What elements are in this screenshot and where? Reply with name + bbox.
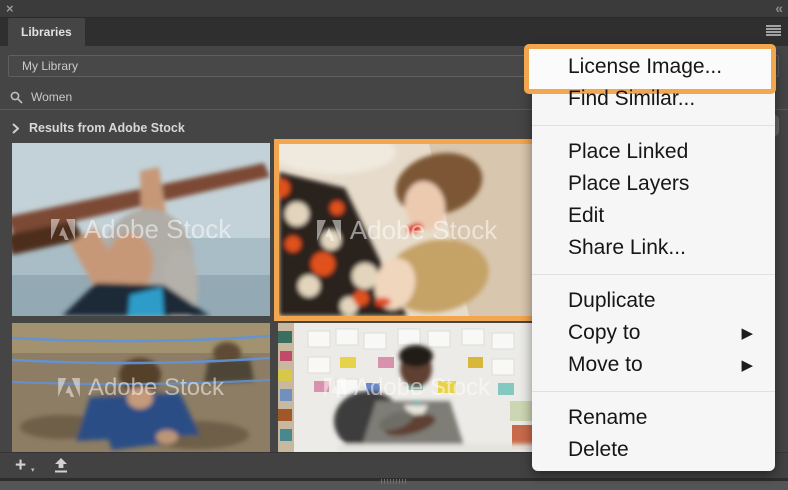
search-field[interactable]: Women (10, 87, 72, 107)
sync-upload-button[interactable] (53, 458, 69, 479)
menu-item-label: Rename (568, 406, 648, 429)
add-item-caret-icon: ▾ (31, 467, 35, 474)
menu-item-label: Duplicate (568, 289, 656, 312)
menu-item-place-layers[interactable]: Place Layers (532, 168, 775, 200)
menu-item-copy-to[interactable]: Copy to ▶ (532, 317, 775, 349)
results-header-label: Results from Adobe Stock (29, 121, 185, 135)
search-icon (10, 91, 23, 104)
menu-item-rename[interactable]: Rename (532, 402, 775, 434)
menu-item-label: License Image... (568, 55, 723, 78)
submenu-arrow-icon: ▶ (741, 357, 753, 374)
collapse-panel-icon[interactable]: « (775, 0, 783, 17)
results-header[interactable]: Results from Adobe Stock (12, 121, 185, 135)
context-menu: License Image... Find Similar... Place L… (524, 44, 776, 471)
menu-item-label: Place Linked (568, 140, 689, 163)
menu-item-move-to[interactable]: Move to ▶ (532, 349, 775, 381)
close-icon[interactable]: × (6, 0, 14, 18)
panel-title-bar: × « (0, 0, 788, 18)
submenu-arrow-icon: ▶ (741, 325, 753, 342)
libraries-panel: × « Libraries My Library Women Results f… (0, 0, 788, 490)
stock-photo-illustration (12, 143, 270, 316)
search-input-value[interactable]: Women (31, 90, 72, 104)
upload-icon (55, 458, 67, 473)
menu-item-edit[interactable]: Edit (532, 200, 775, 232)
stock-photo-illustration (279, 144, 535, 316)
menu-item-label: Edit (568, 204, 605, 227)
menu-item-label: Place Layers (568, 172, 690, 195)
stock-photo-illustration (278, 323, 536, 452)
menu-item-label: Copy to (568, 321, 641, 344)
stock-thumbnail-retro-women-selected[interactable]: Adobe Stock (274, 139, 540, 321)
menu-item-delete[interactable]: Delete (532, 434, 775, 466)
stock-thumbnail-designer-desk[interactable]: Adobe Stock (278, 323, 536, 452)
tab-libraries[interactable]: Libraries (8, 18, 85, 46)
menu-item-find-similar[interactable]: Find Similar... (532, 83, 775, 115)
tab-bar: Libraries (0, 18, 788, 46)
menu-separator (532, 125, 775, 126)
stock-photo-illustration (12, 323, 270, 452)
menu-item-label: Move to (568, 353, 643, 376)
menu-item-place-linked[interactable]: Place Linked (532, 136, 775, 168)
add-item-button[interactable]: + (15, 455, 26, 477)
menu-separator (532, 274, 775, 275)
menu-item-label: Share Link... (568, 236, 686, 259)
resize-grip-icon[interactable] (381, 479, 407, 484)
chevron-right-icon (12, 122, 19, 134)
menu-item-license-image[interactable]: License Image... (532, 51, 775, 83)
menu-item-label: Find Similar... (568, 87, 696, 110)
menu-item-share-link[interactable]: Share Link... (532, 232, 775, 264)
stock-thumbnail-mud-crawl[interactable]: Adobe Stock (12, 323, 270, 452)
menu-separator (532, 391, 775, 392)
menu-item-duplicate[interactable]: Duplicate (532, 285, 775, 317)
menu-item-label: Delete (568, 438, 629, 461)
panel-menu-icon[interactable] (766, 25, 781, 36)
stock-thumbnail-surfer-woman[interactable]: Adobe Stock (12, 143, 270, 316)
